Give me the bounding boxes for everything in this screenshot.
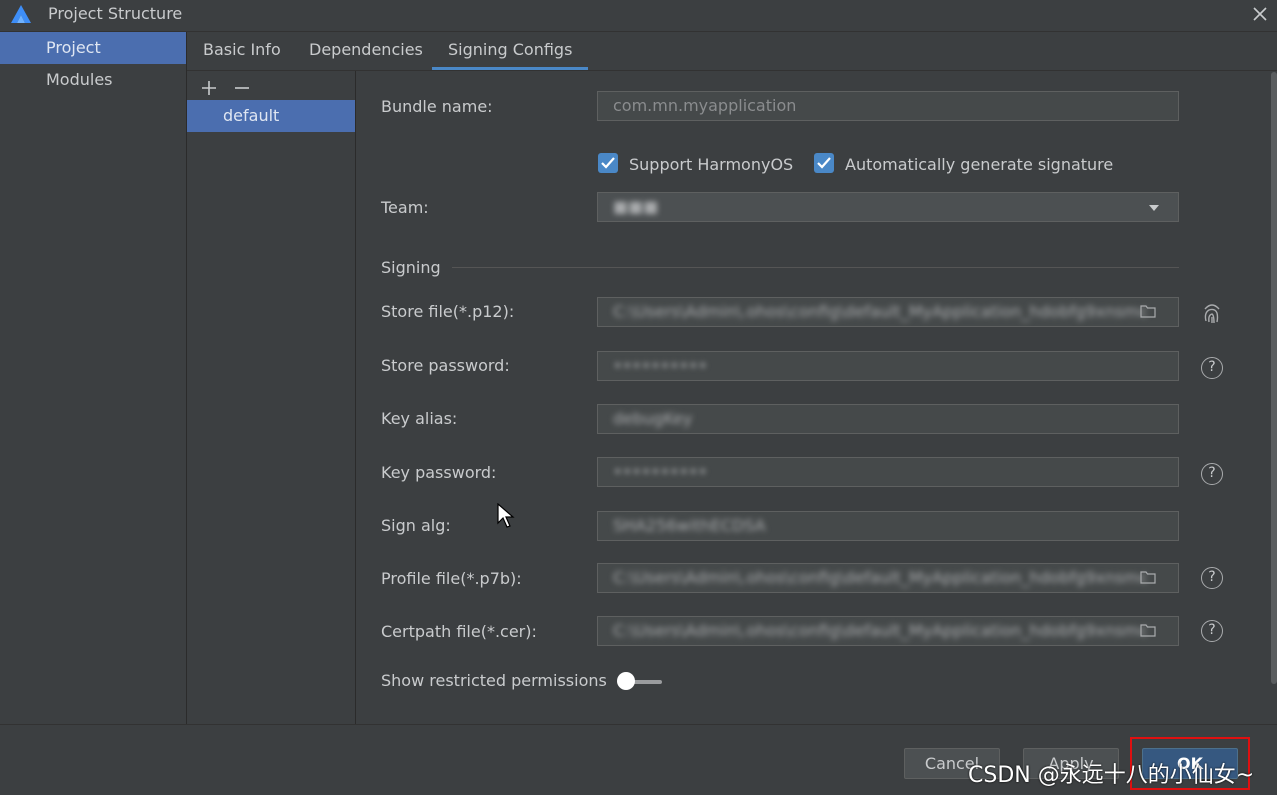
folder-icon[interactable] — [1140, 623, 1156, 637]
signing-section-title: Signing — [381, 258, 441, 277]
minus-icon — [235, 87, 249, 89]
profile-file-value: C:\Users\Admin\.ohos\config\default_MyAp… — [613, 568, 1148, 587]
signing-form: Bundle name: com.mn.myapplication Suppor… — [356, 71, 1270, 724]
sign-alg-value: SHA256withECDSA — [613, 516, 766, 535]
signing-config-list: default — [187, 71, 356, 724]
profile-file-help-icon[interactable]: ? — [1201, 567, 1223, 589]
certpath-file-field[interactable]: C:\Users\Admin\.ohos\config\default_MyAp… — [597, 616, 1179, 646]
close-icon — [1253, 7, 1267, 21]
sign-alg-field[interactable]: SHA256withECDSA — [597, 511, 1179, 541]
config-item-default[interactable]: default — [187, 100, 355, 132]
restricted-permissions-toggle[interactable] — [616, 671, 664, 691]
auto-signature-label: Automatically generate signature — [845, 155, 1114, 174]
bundle-name-label: Bundle name: — [381, 97, 493, 116]
store-password-value: •••••••••• — [613, 356, 708, 375]
key-alias-label: Key alias: — [381, 409, 458, 428]
support-harmonyos-checkbox[interactable] — [598, 153, 618, 173]
folder-icon[interactable] — [1140, 570, 1156, 584]
store-file-label: Store file(*.p12): — [381, 302, 515, 321]
checkmark-icon — [817, 157, 831, 169]
auto-signature-checkbox[interactable] — [814, 153, 834, 173]
harmony-logo-icon — [11, 5, 31, 23]
tab-signing-configs[interactable]: Signing Configs — [432, 32, 589, 70]
section-divider — [452, 267, 1179, 268]
profile-file-field[interactable]: C:\Users\Admin\.ohos\config\default_MyAp… — [597, 563, 1179, 593]
key-password-value: •••••••••• — [613, 462, 708, 481]
certpath-file-value: C:\Users\Admin\.ohos\config\default_MyAp… — [613, 621, 1148, 640]
sidebar-item-modules[interactable]: Modules — [0, 64, 186, 96]
key-alias-value: debugKey — [613, 409, 693, 428]
store-password-field[interactable]: •••••••••• — [597, 351, 1179, 381]
key-password-label: Key password: — [381, 463, 497, 482]
sign-alg-label: Sign alg: — [381, 516, 451, 535]
key-password-field[interactable]: •••••••••• — [597, 457, 1179, 487]
tab-basic-info[interactable]: Basic Info — [187, 32, 297, 70]
window-title: Project Structure — [48, 4, 183, 23]
close-button[interactable] — [1247, 0, 1273, 28]
certpath-file-help-icon[interactable]: ? — [1201, 620, 1223, 642]
mouse-cursor-icon — [497, 503, 515, 528]
key-password-help-icon[interactable]: ? — [1201, 463, 1223, 485]
team-value: ■■■ — [613, 197, 659, 216]
folder-icon[interactable] — [1140, 304, 1156, 318]
team-label: Team: — [381, 198, 429, 217]
tab-bar: Basic Info Dependencies Signing Configs — [187, 32, 1277, 71]
store-password-help-icon[interactable]: ? — [1201, 357, 1223, 379]
plus-icon — [202, 81, 216, 95]
tab-dependencies[interactable]: Dependencies — [293, 32, 439, 70]
store-file-value: C:\Users\Admin\.ohos\config\default_MyAp… — [613, 302, 1148, 321]
add-config-button[interactable] — [199, 78, 219, 98]
store-file-field[interactable]: C:\Users\Admin\.ohos\config\default_MyAp… — [597, 297, 1179, 327]
watermark: CSDN @永远十八的小仙女~ — [968, 763, 1255, 788]
bundle-name-field[interactable]: com.mn.myapplication — [597, 91, 1179, 121]
team-dropdown[interactable]: ■■■ — [597, 192, 1179, 222]
certpath-file-label: Certpath file(*.cer): — [381, 622, 537, 641]
title-bar: Project Structure — [0, 0, 1277, 32]
profile-file-label: Profile file(*.p7b): — [381, 569, 522, 588]
checkmark-icon — [601, 157, 615, 169]
store-password-label: Store password: — [381, 356, 510, 375]
remove-config-button[interactable] — [232, 78, 252, 98]
dialog-footer: Cancel Apply OK CSDN @永远十八的小仙女~ — [0, 724, 1277, 795]
restricted-permissions-label: Show restricted permissions — [381, 671, 607, 690]
sidebar-item-project[interactable]: Project — [0, 32, 186, 64]
vertical-scrollbar[interactable] — [1271, 72, 1277, 684]
support-harmonyos-label: Support HarmonyOS — [629, 155, 794, 174]
fingerprint-icon[interactable] — [1201, 301, 1223, 325]
toggle-knob — [617, 672, 635, 690]
chevron-down-icon — [1149, 205, 1159, 211]
key-alias-field[interactable]: debugKey — [597, 404, 1179, 434]
sidebar: Project Modules — [0, 32, 187, 724]
